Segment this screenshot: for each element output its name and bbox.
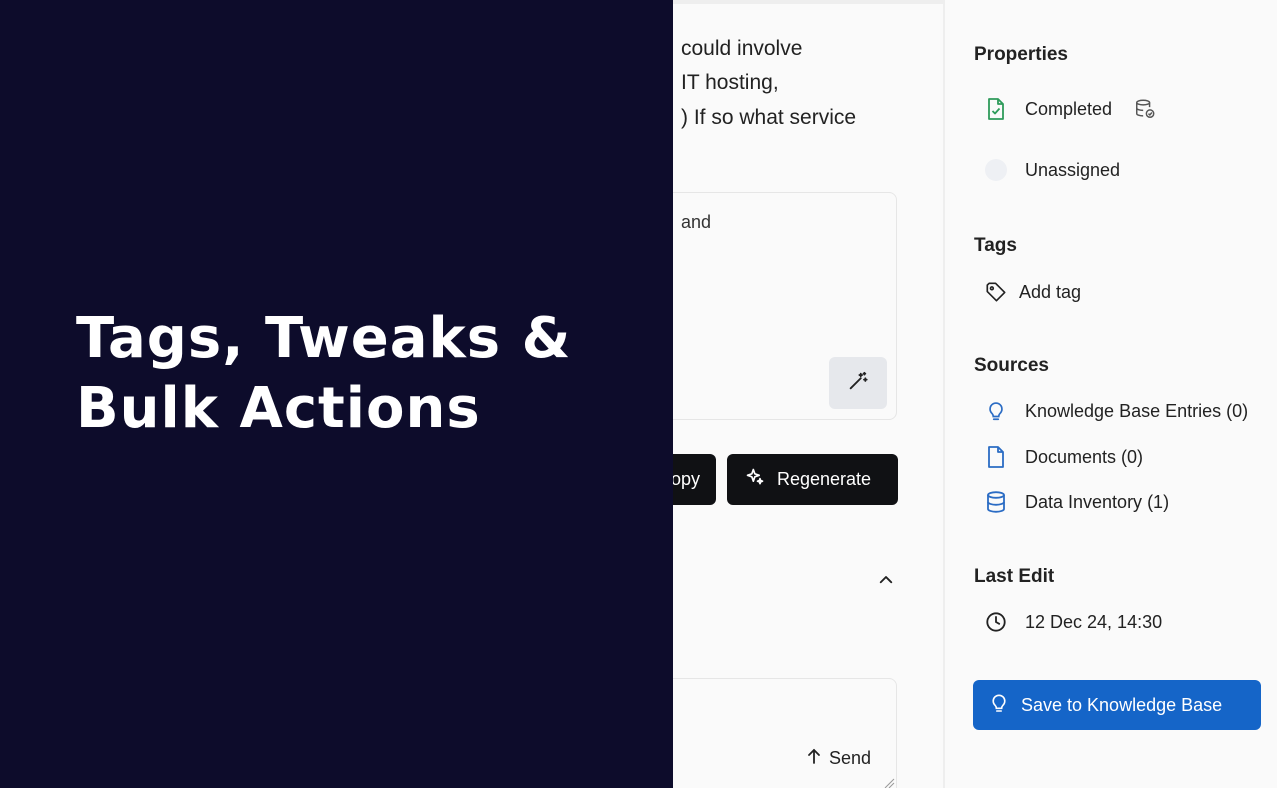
overlay-title: Tags, Tweaks & Bulk Actions (76, 304, 571, 444)
top-border (673, 0, 943, 4)
collapse-chevron-icon[interactable] (877, 571, 895, 594)
resize-handle-icon[interactable] (883, 776, 895, 788)
properties-heading: Properties (974, 44, 1068, 65)
source-item-data-inventory[interactable]: Data Inventory (1) (985, 490, 1169, 514)
arrow-up-icon (807, 748, 821, 769)
last-edit-value: 12 Dec 24, 14:30 (1025, 611, 1163, 632)
lightbulb-icon (991, 692, 1007, 719)
file-check-icon (985, 97, 1007, 121)
database-icon (985, 490, 1007, 514)
source-item-knowledge-base[interactable]: Knowledge Base Entries (0) (985, 399, 1248, 423)
send-button[interactable]: Send (807, 748, 871, 769)
sparkles-icon (745, 467, 765, 492)
answer-text: and (681, 212, 712, 232)
sources-heading: Sources (974, 355, 1049, 376)
source-item-documents[interactable]: Documents (0) (985, 445, 1143, 469)
source-label: Knowledge Base Entries (0) (1025, 400, 1249, 421)
regenerate-button[interactable]: Regenerate (727, 454, 898, 505)
question-line-1: could involve (681, 37, 803, 60)
overlay-title-line-2: Bulk Actions (76, 376, 481, 441)
lightbulb-icon (985, 399, 1007, 423)
save-to-knowledge-base-button[interactable]: Save to Knowledge Base (973, 680, 1261, 730)
status-row[interactable]: Completed (985, 97, 1156, 121)
database-sync-icon[interactable] (1134, 98, 1156, 120)
add-tag-button[interactable]: Add tag (985, 280, 1081, 304)
copy-button-label: opy (673, 469, 700, 489)
add-tag-label: Add tag (1019, 281, 1082, 302)
status-value: Completed (1025, 98, 1113, 119)
question-line-3: ) If so what service (681, 106, 857, 129)
source-label: Data Inventory (1) (1025, 491, 1170, 512)
overlay-title-line-1: Tags, Tweaks & (76, 306, 572, 371)
magic-wand-icon (847, 370, 869, 397)
chat-panel: could involve IT hosting, ) If so what s… (673, 0, 943, 788)
assignee-value: Unassigned (1025, 159, 1121, 180)
clock-icon (985, 610, 1007, 634)
regenerate-button-label: Regenerate (777, 469, 872, 489)
save-button-label: Save to Knowledge Base (1021, 694, 1223, 715)
send-label: Send (829, 748, 872, 768)
magic-wand-button[interactable] (829, 357, 887, 409)
assignee-row[interactable]: Unassigned (985, 159, 1120, 181)
properties-sidebar: Properties Completed Unassigned Tags Add… (945, 0, 1277, 788)
avatar (985, 159, 1007, 181)
last-edit-heading: Last Edit (974, 566, 1055, 587)
copy-button[interactable]: opy (673, 454, 716, 505)
title-overlay: Tags, Tweaks & Bulk Actions (0, 0, 673, 788)
reply-textarea[interactable] (673, 678, 897, 788)
question-line-2: IT hosting, (681, 71, 779, 94)
tag-icon (985, 280, 1007, 304)
document-icon (985, 445, 1007, 469)
last-edit-row: 12 Dec 24, 14:30 (985, 610, 1162, 634)
tags-heading: Tags (974, 235, 1017, 256)
source-label: Documents (0) (1025, 446, 1144, 467)
